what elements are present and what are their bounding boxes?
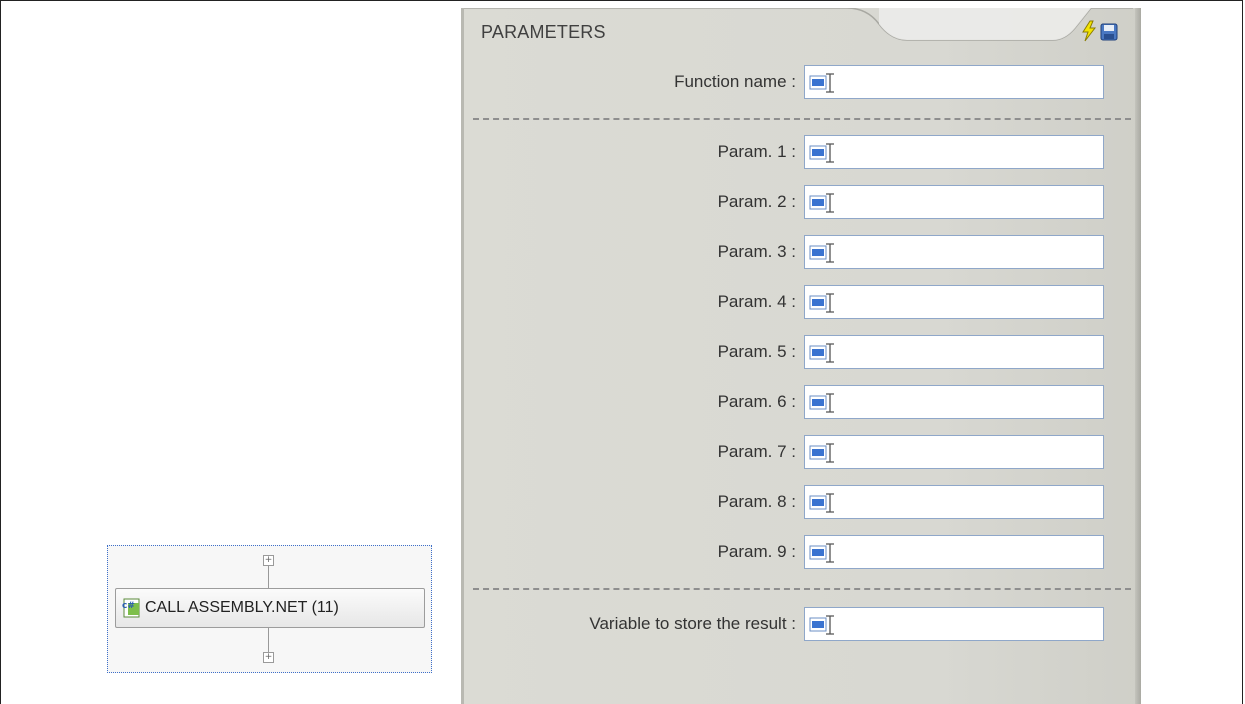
text-cursor-field-icon bbox=[809, 193, 837, 218]
plus-box-icon[interactable]: + bbox=[263, 652, 274, 663]
text-cursor-field-icon bbox=[809, 543, 837, 568]
connector-line-bottom bbox=[268, 628, 269, 653]
svg-text:c#: c# bbox=[122, 601, 135, 611]
text-cursor-field-icon bbox=[809, 393, 837, 418]
param-1-field[interactable] bbox=[804, 135, 1104, 169]
panel-toolbar bbox=[1080, 20, 1120, 44]
panel-right-edge bbox=[1135, 8, 1141, 704]
csharp-file-icon: c# bbox=[122, 598, 142, 618]
param-3-label: Param. 3 : bbox=[717, 242, 796, 261]
param-4-label: Param. 4 : bbox=[717, 292, 796, 311]
function-name-field[interactable] bbox=[804, 65, 1104, 99]
param-6-label: Param. 6 : bbox=[717, 392, 796, 411]
parameters-panel: PARAMETERS Function name : Param. 1: Pa… bbox=[461, 8, 1141, 704]
param-8-field[interactable] bbox=[804, 485, 1104, 519]
text-cursor-field-icon bbox=[809, 443, 837, 468]
result-variable-field[interactable] bbox=[804, 607, 1104, 641]
param-8-label: Param. 8 : bbox=[717, 492, 796, 511]
flow-step-block[interactable]: + c# CALL ASSEMBLY.NET (11) + bbox=[107, 545, 432, 673]
param-5-label: Param. 5 : bbox=[717, 342, 796, 361]
text-cursor-field-icon bbox=[809, 493, 837, 518]
param-7-field[interactable] bbox=[804, 435, 1104, 469]
lightning-icon[interactable] bbox=[1080, 20, 1098, 42]
param-7-label: Param. 7 : bbox=[717, 442, 796, 461]
param-9-field[interactable] bbox=[804, 535, 1104, 569]
param-2-field[interactable] bbox=[804, 185, 1104, 219]
text-cursor-field-icon bbox=[809, 615, 837, 640]
call-assembly-label: CALL ASSEMBLY.NET (11) bbox=[145, 599, 339, 616]
panel-title: PARAMETERS bbox=[481, 22, 606, 42]
param-3-field[interactable] bbox=[804, 235, 1104, 269]
text-cursor-field-icon bbox=[809, 73, 837, 98]
result-variable-label: Variable to store the result : bbox=[589, 614, 796, 633]
param-1-label: Param. 1 : bbox=[717, 142, 796, 161]
param-5-field[interactable] bbox=[804, 335, 1104, 369]
panel-left-edge bbox=[461, 8, 464, 704]
text-cursor-field-icon bbox=[809, 143, 837, 168]
separator-top bbox=[473, 118, 1131, 120]
function-name-label: Function name : bbox=[674, 72, 796, 91]
param-9-label: Param. 9 : bbox=[717, 542, 796, 561]
plus-box-icon[interactable]: + bbox=[263, 555, 274, 566]
param-2-label: Param. 2 : bbox=[717, 192, 796, 211]
connector-line-top bbox=[268, 566, 269, 588]
param-6-field[interactable] bbox=[804, 385, 1104, 419]
separator-bottom bbox=[473, 588, 1131, 590]
text-cursor-field-icon bbox=[809, 293, 837, 318]
call-assembly-node[interactable]: c# CALL ASSEMBLY.NET (11) bbox=[115, 588, 425, 628]
save-disk-icon[interactable] bbox=[1100, 23, 1118, 41]
param-4-field[interactable] bbox=[804, 285, 1104, 319]
text-cursor-field-icon bbox=[809, 243, 837, 268]
text-cursor-field-icon bbox=[809, 343, 837, 368]
